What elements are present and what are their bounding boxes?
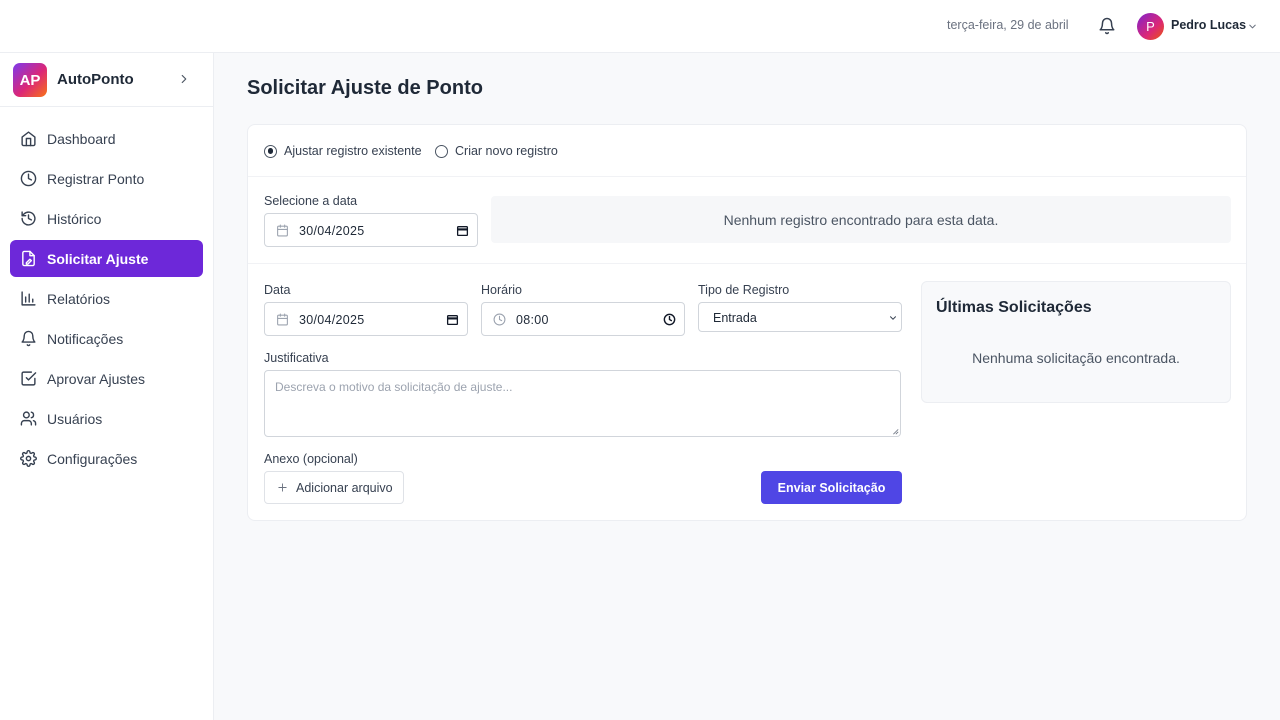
calendar-icon [277, 313, 288, 326]
app-name: AutoPonto [57, 71, 134, 88]
add-file-label: Adicionar arquivo [296, 481, 393, 495]
clock-icon [20, 170, 37, 187]
plus-icon [278, 483, 287, 492]
sidebar-item-relatorios[interactable]: Relatórios [10, 280, 203, 317]
check-square-icon [21, 371, 37, 386]
home-icon [21, 131, 36, 147]
calendar-icon [277, 224, 288, 237]
history-icon [21, 211, 36, 226]
select-date-input[interactable]: 30/04/2025 [264, 213, 478, 247]
sidebar-item-dashboard[interactable]: Dashboard [10, 120, 203, 157]
sidebar-item-label: Solicitar Ajuste [47, 251, 149, 267]
time-value: 08:00 [516, 313, 549, 327]
sidebar-item-label: Dashboard [47, 131, 116, 147]
select-date-value: 30/04/2025 [299, 224, 365, 238]
radio-indicator[interactable] [435, 144, 448, 158]
recent-requests-panel: Últimas Solicitações Nenhuma solicitação… [921, 281, 1231, 403]
attachment-label: Anexo (opcional) [264, 452, 358, 466]
sidebar-item-aprovar-ajustes[interactable]: Aprovar Ajustes [10, 360, 203, 397]
sidebar-item-label: Configurações [47, 451, 138, 467]
radio-label: Ajustar registro existente [284, 144, 422, 158]
file-edit-icon [22, 250, 35, 267]
avatar[interactable]: P [1137, 13, 1164, 40]
justification-textarea[interactable]: Descreva o motivo da solicitação de ajus… [264, 370, 901, 437]
sidebar-item-label: Relatórios [47, 291, 111, 307]
sidebar-item-usuarios[interactable]: Usuários [10, 400, 203, 437]
bell-icon[interactable] [1098, 17, 1116, 35]
type-label: Tipo de Registro [698, 283, 790, 297]
sidebar-item-label: Usuários [47, 411, 103, 427]
clock-icon [493, 313, 506, 326]
chevron-down-icon[interactable] [1247, 21, 1258, 32]
sidebar-item-configuracoes[interactable]: Configurações [10, 440, 203, 477]
calendar-picker-icon[interactable] [446, 313, 459, 326]
adjustment-form-card: Ajustar registro existente Criar novo re… [247, 124, 1247, 521]
divider [248, 176, 1246, 177]
sidebar-item-notificacoes[interactable]: Notificações [10, 320, 203, 357]
sidebar-item-label: Registrar Ponto [47, 171, 145, 187]
type-select-value: Entrada [713, 311, 757, 325]
sidebar-item-label: Histórico [47, 211, 102, 227]
sidebar-item-solicitar-ajuste[interactable]: Solicitar Ajuste [10, 240, 203, 277]
top-bar: terça-feira, 29 de abril P Pedro Lucas [0, 0, 1280, 53]
divider [248, 263, 1246, 264]
users-icon [20, 411, 37, 426]
date-label: Data [264, 283, 291, 297]
select-date-label: Selecione a data [264, 194, 358, 208]
type-select[interactable]: Entrada [698, 302, 902, 332]
bell-icon [21, 330, 36, 347]
bar-chart-icon [21, 291, 36, 306]
recent-requests-empty: Nenhuma solicitação encontrada. [972, 350, 1180, 366]
recent-requests-title: Últimas Solicitações [936, 299, 1092, 316]
add-file-button[interactable]: Adicionar arquivo [264, 471, 404, 504]
user-name[interactable]: Pedro Lucas [1171, 18, 1246, 32]
resize-grip-icon[interactable] [891, 427, 899, 435]
app-logo: AP [13, 63, 47, 97]
chevron-right-icon[interactable] [177, 72, 191, 86]
gear-icon [20, 450, 37, 467]
page-title: Solicitar Ajuste de Ponto [247, 77, 483, 99]
chevron-down-icon [890, 316, 896, 320]
radio-adjust-existing[interactable]: Ajustar registro existente [264, 142, 422, 160]
calendar-picker-icon[interactable] [456, 224, 469, 237]
date-value: 30/04/2025 [299, 313, 365, 327]
date-input[interactable]: 30/04/2025 [264, 302, 468, 336]
sidebar-item-historico[interactable]: Histórico [10, 200, 203, 237]
radio-create-new[interactable]: Criar novo registro [435, 142, 558, 160]
justification-label: Justificativa [264, 351, 329, 365]
sidebar-item-registrar-ponto[interactable]: Registrar Ponto [10, 160, 203, 197]
time-label: Horário [481, 283, 522, 297]
time-input[interactable]: 08:00 [481, 302, 685, 336]
sidebar: AP AutoPonto Dashboard Registrar Ponto H… [0, 53, 214, 720]
submit-request-button[interactable]: Enviar Solicitação [761, 471, 902, 504]
brand: AP AutoPonto [0, 53, 213, 107]
sidebar-item-label: Notificações [47, 331, 124, 347]
justification-placeholder: Descreva o motivo da solicitação de ajus… [275, 380, 513, 394]
clock-picker-icon[interactable] [663, 313, 676, 326]
sidebar-item-label: Aprovar Ajustes [47, 371, 146, 387]
radio-label: Criar novo registro [455, 144, 558, 158]
no-record-message: Nenhum registro encontrado para esta dat… [491, 196, 1231, 243]
current-date: terça-feira, 29 de abril [947, 18, 1069, 32]
radio-indicator[interactable] [264, 144, 277, 158]
